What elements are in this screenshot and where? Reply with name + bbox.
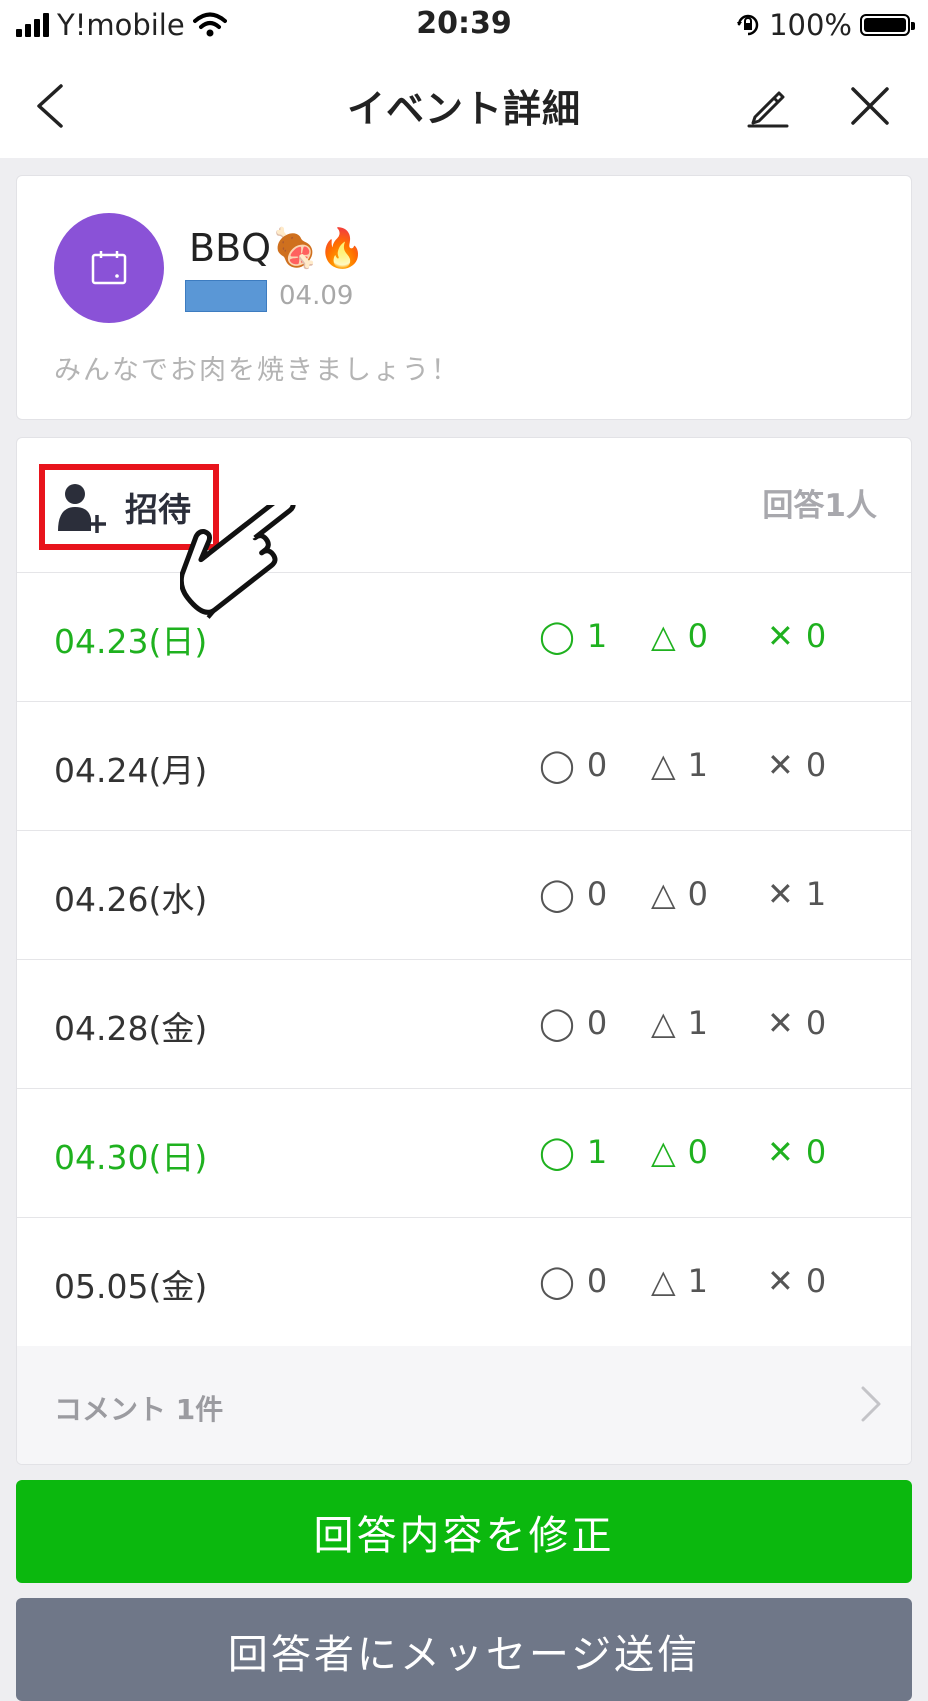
- close-button[interactable]: [840, 76, 900, 136]
- maybe-count: 0: [687, 875, 708, 913]
- edit-button[interactable]: [738, 76, 798, 136]
- event-meta: 04.09: [185, 280, 353, 312]
- maybe-count: 0: [687, 1133, 708, 1171]
- calendar-icon: [91, 251, 127, 285]
- no-count: 0: [805, 746, 827, 784]
- rotation-lock-icon: [737, 14, 759, 36]
- app-header: イベント詳細: [0, 52, 928, 158]
- invite-row: 招待 回答1人: [17, 438, 911, 573]
- status-bar: Y!mobile 20:39 100%: [0, 0, 928, 52]
- cross-icon: ✕: [767, 1004, 794, 1042]
- maybe-count: 1: [687, 746, 708, 784]
- redacted-organizer-name: [185, 280, 267, 312]
- pencil-icon: [747, 91, 789, 128]
- no-count: 0: [805, 1262, 827, 1300]
- date-row[interactable]: 04.26(水) ◯ 0 △ 0 ✕ 1: [17, 831, 911, 960]
- triangle-icon: △: [651, 746, 676, 784]
- date-label: 04.26(水): [54, 880, 208, 919]
- triangle-icon: △: [651, 875, 676, 913]
- edit-answer-button[interactable]: 回答内容を修正: [16, 1480, 912, 1583]
- event-info-card: BBQ🍖🔥 04.09 みんなでお肉を焼きましょう！: [16, 175, 912, 420]
- comments-label: コメント 1件: [54, 1393, 224, 1426]
- event-avatar: [54, 213, 164, 323]
- date-row[interactable]: 04.30(日) ◯ 1 △ 0 ✕ 0: [17, 1089, 911, 1218]
- message-respondents-button[interactable]: 回答者にメッセージ送信: [16, 1598, 912, 1701]
- comments-row[interactable]: コメント 1件: [17, 1346, 911, 1464]
- vote-yes: ◯ 1: [539, 617, 607, 655]
- close-icon: [851, 87, 889, 125]
- chevron-right-icon: [861, 1386, 881, 1422]
- schedule-card: 招待 回答1人 04.23(日) ◯ 1 △ 0 ✕ 0 04.24(月) ◯ 0 △ 1…: [16, 437, 912, 1465]
- vote-no: ✕ 0: [767, 746, 826, 784]
- vote-yes: ◯ 0: [539, 875, 607, 913]
- no-count: 0: [805, 1133, 827, 1171]
- cross-icon: ✕: [767, 617, 794, 655]
- battery-icon: [860, 14, 915, 36]
- vote-maybe: △ 0: [651, 1133, 708, 1171]
- vote-maybe: △ 0: [651, 617, 708, 655]
- cross-icon: ✕: [767, 1262, 794, 1300]
- vote-yes: ◯ 0: [539, 1004, 607, 1042]
- no-count: 0: [805, 617, 827, 655]
- date-row[interactable]: 04.23(日) ◯ 1 △ 0 ✕ 0: [17, 573, 911, 702]
- vote-no: ✕ 0: [767, 1262, 826, 1300]
- cross-icon: ✕: [767, 746, 794, 784]
- vote-yes: ◯ 0: [539, 1262, 607, 1300]
- vote-no: ✕ 0: [767, 617, 826, 655]
- maybe-count: 1: [687, 1004, 708, 1042]
- circle-icon: ◯: [539, 1004, 575, 1042]
- no-count: 1: [805, 875, 827, 913]
- vote-yes: ◯ 0: [539, 746, 607, 784]
- circle-icon: ◯: [539, 875, 575, 913]
- event-description: みんなでお肉を焼きましょう！: [54, 355, 460, 386]
- vote-yes: ◯ 1: [539, 1133, 607, 1171]
- vote-no: ✕ 0: [767, 1133, 826, 1171]
- vote-maybe: △ 1: [651, 1262, 708, 1300]
- date-label: 04.28(金): [54, 1009, 208, 1048]
- circle-icon: ◯: [539, 1262, 575, 1300]
- cross-icon: ✕: [767, 1133, 794, 1171]
- circle-icon: ◯: [539, 617, 575, 655]
- yes-count: 1: [586, 1133, 608, 1171]
- pointing-hand-icon: [180, 505, 296, 619]
- response-count: 回答1人: [762, 488, 877, 524]
- add-person-icon: [58, 484, 106, 533]
- no-count: 0: [805, 1004, 827, 1042]
- vote-no: ✕ 1: [767, 875, 826, 913]
- event-title: BBQ🍖🔥: [189, 226, 366, 270]
- triangle-icon: △: [651, 1004, 676, 1042]
- cross-icon: ✕: [767, 875, 794, 913]
- event-created-date: 04.09: [279, 281, 354, 311]
- vote-maybe: △ 0: [651, 875, 708, 913]
- yes-count: 0: [586, 1004, 608, 1042]
- triangle-icon: △: [651, 1262, 676, 1300]
- yes-count: 0: [586, 1262, 608, 1300]
- vote-maybe: △ 1: [651, 1004, 708, 1042]
- date-label: 04.30(日): [54, 1138, 208, 1177]
- yes-count: 1: [586, 617, 608, 655]
- status-right: 100%: [735, 8, 915, 42]
- date-row[interactable]: 04.24(月) ◯ 0 △ 1 ✕ 0: [17, 702, 911, 831]
- triangle-icon: △: [651, 617, 676, 655]
- battery-percent: 100%: [769, 8, 852, 42]
- circle-icon: ◯: [539, 1133, 575, 1171]
- triangle-icon: △: [651, 1133, 676, 1171]
- date-label: 04.24(月): [54, 751, 208, 790]
- yes-count: 0: [586, 875, 608, 913]
- circle-icon: ◯: [539, 746, 575, 784]
- date-label: 05.05(金): [54, 1267, 208, 1306]
- maybe-count: 0: [687, 617, 708, 655]
- vote-no: ✕ 0: [767, 1004, 826, 1042]
- yes-count: 0: [586, 746, 608, 784]
- maybe-count: 1: [687, 1262, 708, 1300]
- vote-maybe: △ 1: [651, 746, 708, 784]
- date-row[interactable]: 05.05(金) ◯ 0 △ 1 ✕ 0: [17, 1218, 911, 1347]
- date-row[interactable]: 04.28(金) ◯ 0 △ 1 ✕ 0: [17, 960, 911, 1089]
